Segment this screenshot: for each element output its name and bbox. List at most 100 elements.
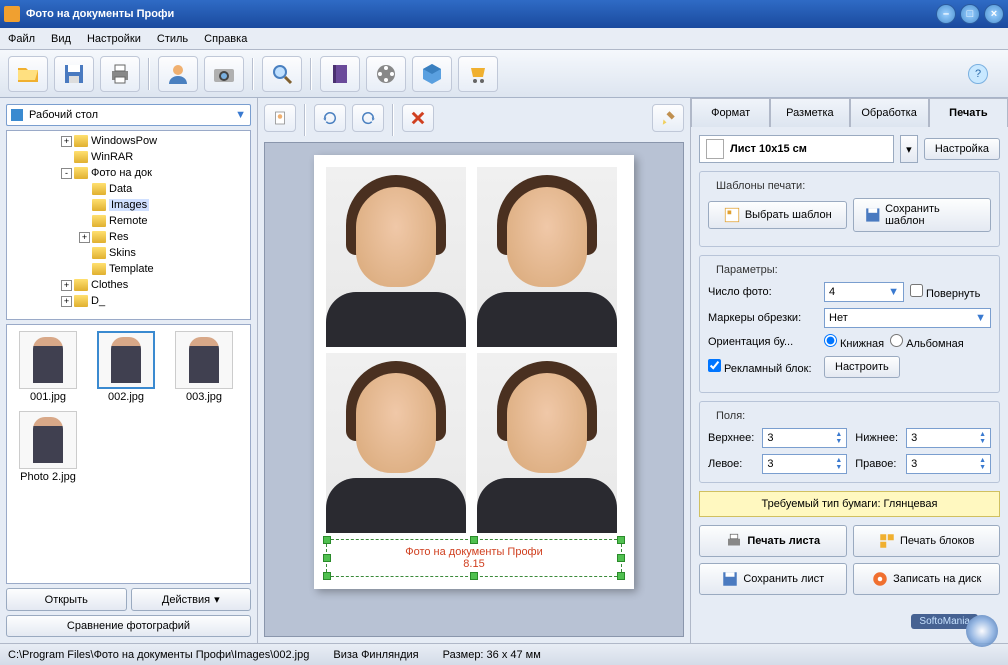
menu-help[interactable]: Справка	[204, 33, 247, 45]
window-title: Фото на документы Профи	[26, 8, 936, 20]
print-blocks-button[interactable]: Печать блоков	[853, 525, 1001, 557]
reel-button[interactable]	[366, 56, 406, 92]
save-button[interactable]	[54, 56, 94, 92]
dropdown-icon: ▼	[235, 109, 246, 121]
photo-count-label: Число фото:	[708, 286, 818, 298]
minimize-button[interactable]: –	[936, 4, 956, 24]
tab-layout[interactable]: Разметка	[770, 98, 849, 127]
margin-right-input[interactable]: 3▲▼	[906, 454, 991, 474]
tab-format[interactable]: Формат	[691, 98, 770, 127]
thumbnail[interactable]: 003.jpg	[169, 331, 239, 403]
rotate-right-button[interactable]	[352, 104, 384, 132]
tree-item[interactable]: Images	[9, 197, 248, 213]
canvas-toolbar	[264, 104, 684, 136]
margin-top-input[interactable]: 3▲▼	[762, 428, 847, 448]
params-title: Параметры:	[712, 264, 782, 276]
camera-button[interactable]	[204, 56, 244, 92]
menu-style[interactable]: Стиль	[157, 33, 188, 45]
help-button[interactable]: ?	[968, 64, 988, 84]
sheet-format-select[interactable]: Лист 10х15 см	[699, 135, 894, 163]
photo-slot[interactable]	[477, 167, 617, 347]
status-doc-type: Виза Финляндия	[333, 649, 418, 661]
cart-button[interactable]	[458, 56, 498, 92]
menu-settings[interactable]: Настройки	[87, 33, 141, 45]
tab-bar: Формат Разметка Обработка Печать	[691, 98, 1008, 127]
tab-print[interactable]: Печать	[929, 98, 1008, 127]
tree-item[interactable]: Template	[9, 261, 248, 277]
photo-slot[interactable]	[326, 353, 466, 533]
actions-button[interactable]: Действия ▾	[131, 588, 252, 611]
tree-item[interactable]: -Фото на док	[9, 165, 248, 181]
desktop-icon	[11, 109, 23, 121]
margin-bottom-input[interactable]: 3▲▼	[906, 428, 991, 448]
sheet-settings-button[interactable]: Настройка	[924, 138, 1000, 160]
thumbnail[interactable]: 001.jpg	[13, 331, 83, 403]
box-button[interactable]	[412, 56, 452, 92]
save-template-button[interactable]: Сохранить шаблон	[853, 198, 992, 232]
folder-tree[interactable]: +WindowsPowWinRAR-Фото на докDataImagesR…	[6, 130, 251, 320]
save-sheet-button[interactable]: Сохранить лист	[699, 563, 847, 595]
burn-disc-button[interactable]: Записать на диск	[853, 563, 1001, 595]
crop-markers-select[interactable]: Нет▼	[824, 308, 991, 328]
orientation-label: Ориентация бу...	[708, 336, 818, 348]
open-button[interactable]	[8, 56, 48, 92]
menu-view[interactable]: Вид	[51, 33, 71, 45]
photo-count-input[interactable]: 4▼	[824, 282, 904, 302]
rotate-checkbox[interactable]: Повернуть	[910, 284, 980, 300]
search-button[interactable]	[262, 56, 302, 92]
configure-button[interactable]: Настроить	[824, 356, 900, 378]
main-toolbar: ?	[0, 50, 1008, 98]
profile-button[interactable]	[158, 56, 198, 92]
page-icon	[706, 139, 724, 159]
print-sheet-button[interactable]: Печать листа	[699, 525, 847, 557]
margin-left-input[interactable]: 3▲▼	[762, 454, 847, 474]
tree-item[interactable]: +Res	[9, 229, 248, 245]
tree-item[interactable]: Skins	[9, 245, 248, 261]
ad-block-checkbox[interactable]: Рекламный блок:	[708, 359, 818, 375]
thumbnail[interactable]: 002.jpg	[91, 331, 161, 403]
watermark-box[interactable]: Фото на документы Профи 8.15	[326, 539, 622, 577]
close-button[interactable]: ×	[984, 4, 1004, 24]
margin-left-label: Левое:	[708, 458, 754, 470]
app-icon	[4, 6, 20, 22]
maximize-button[interactable]: □	[960, 4, 980, 24]
tree-item[interactable]: Remote	[9, 213, 248, 229]
templates-title: Шаблоны печати:	[712, 180, 809, 192]
thumbnail[interactable]: Photo 2.jpg	[13, 411, 83, 483]
paper-type-notice: Требуемый тип бумаги: Глянцевая	[699, 491, 1000, 517]
location-combo[interactable]: Рабочий стол ▼	[6, 104, 251, 126]
print-button[interactable]	[100, 56, 140, 92]
thumbnail-list: 001.jpg002.jpg003.jpg Photo 2.jpg	[6, 324, 251, 584]
brush-button[interactable]	[652, 104, 684, 132]
open-file-button[interactable]: Открыть	[6, 588, 127, 611]
crop-markers-label: Маркеры обрезки:	[708, 312, 818, 324]
tree-item[interactable]: +D_	[9, 293, 248, 309]
statusbar: C:\Program Files\Фото на документы Профи…	[0, 643, 1008, 665]
tree-item[interactable]: WinRAR	[9, 149, 248, 165]
status-path: C:\Program Files\Фото на документы Профи…	[8, 649, 309, 661]
tree-item[interactable]: +Clothes	[9, 277, 248, 293]
tab-processing[interactable]: Обработка	[850, 98, 929, 127]
margin-right-label: Правое:	[855, 458, 898, 470]
portrait-button[interactable]	[264, 104, 296, 132]
canvas[interactable]: Фото на документы Профи 8.15	[264, 142, 684, 637]
tree-item[interactable]: Data	[9, 181, 248, 197]
compare-button[interactable]: Сравнение фотографий	[6, 615, 251, 637]
sheet-dropdown-button[interactable]: ▾	[900, 135, 918, 163]
photo-slot[interactable]	[477, 353, 617, 533]
rotate-left-button[interactable]	[314, 104, 346, 132]
photo-slot[interactable]	[326, 167, 466, 347]
delete-button[interactable]	[402, 104, 434, 132]
tree-item[interactable]: +WindowsPow	[9, 133, 248, 149]
titlebar: Фото на документы Профи – □ ×	[0, 0, 1008, 28]
templates-group: Шаблоны печати: Выбрать шаблон Сохранить…	[699, 171, 1000, 247]
book-button[interactable]	[320, 56, 360, 92]
print-sheet: Фото на документы Профи 8.15	[314, 155, 634, 589]
params-group: Параметры: Число фото: 4▼ Повернуть Марк…	[699, 255, 1000, 393]
orientation-landscape-radio[interactable]: Альбомная	[890, 334, 964, 350]
select-template-button[interactable]: Выбрать шаблон	[708, 201, 847, 229]
watermark-text2: 8.15	[355, 558, 593, 570]
menu-file[interactable]: Файл	[8, 33, 35, 45]
margin-top-label: Верхнее:	[708, 432, 754, 444]
orientation-portrait-radio[interactable]: Книжная	[824, 334, 884, 350]
